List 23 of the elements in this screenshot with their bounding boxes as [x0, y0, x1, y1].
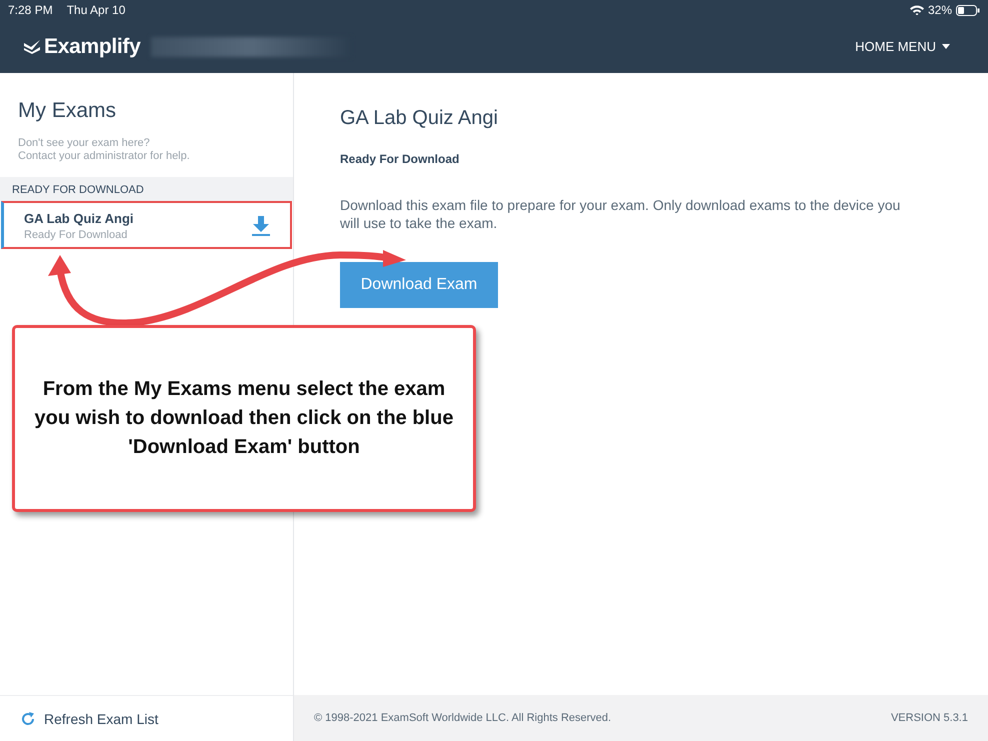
refresh-icon — [20, 710, 36, 726]
app-logo: Examplify — [44, 34, 141, 58]
caret-icon — [942, 44, 950, 49]
exam-list-item[interactable]: GA Lab Quiz Angi Ready For Download — [1, 201, 292, 249]
home-menu[interactable]: HOME MENU — [855, 39, 950, 54]
exam-status-label: Ready For Download — [340, 152, 460, 166]
wifi-icon — [910, 5, 924, 15]
exam-status: Ready For Download — [24, 229, 128, 241]
sidebar-title: My Exams — [18, 99, 118, 123]
version-text: VERSION 5.3.1 — [890, 712, 968, 724]
download-icon[interactable] — [252, 216, 270, 236]
help-hint: Don't see your exam here? Contact your administrator for help. — [18, 137, 191, 163]
callout-text: From the My Exams menu select the exam you wish to download then click on the blue 'Download Exam' button — [34, 377, 454, 460]
status-time: 7:28 PM — [8, 3, 53, 17]
section-header: READY FOR DOWNLOAD — [0, 177, 293, 201]
exam-title: GA Lab Quiz Angi — [24, 211, 134, 226]
exam-description: Download this exam file to prepare for your exam. Only download exams to the device you will use to take the exam. — [340, 196, 902, 232]
status-date: Thu Apr 10 — [66, 3, 126, 17]
logo-icon — [24, 40, 40, 54]
exam-heading: GA Lab Quiz Angi — [340, 107, 499, 130]
battery-icon — [956, 4, 980, 16]
copyright-text: © 1998-2021 ExamSoft Worldwide LLC. All Rights Reserved. — [314, 712, 612, 724]
battery-percent: 32% — [928, 3, 952, 17]
